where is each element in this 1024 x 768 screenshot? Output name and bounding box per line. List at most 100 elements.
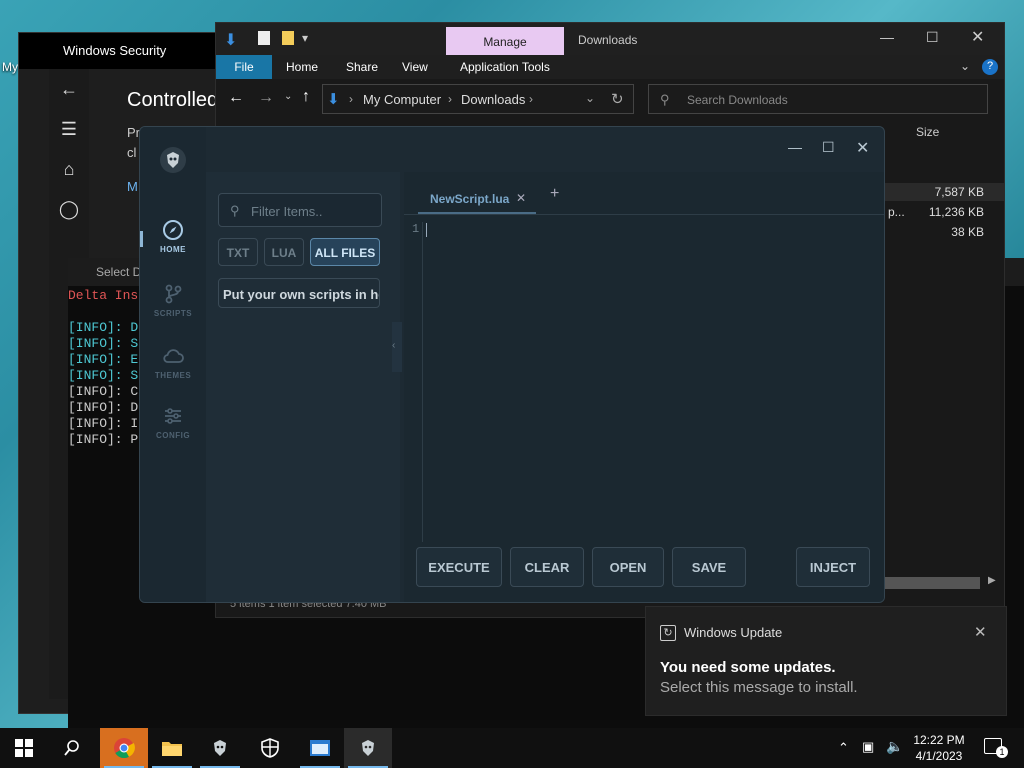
window-app-icon <box>310 740 330 756</box>
hamburger-menu-icon[interactable]: ☰ <box>49 109 89 149</box>
tab-share[interactable]: Share <box>334 55 390 79</box>
notification-body: Select this message to install. <box>660 679 858 696</box>
clock-date: 4/1/2023 <box>915 749 963 763</box>
address-dropdown-icon[interactable]: ⌄ <box>585 91 595 105</box>
tab-application-tools[interactable]: Application Tools <box>448 55 562 79</box>
file-explorer-taskbar-button[interactable] <box>148 728 196 768</box>
executor-logo <box>160 147 186 173</box>
script-list-item[interactable]: Put your own scripts in he <box>218 278 380 308</box>
filter-lua-button[interactable]: LUA <box>264 238 304 266</box>
notification-count-badge: 1 <box>996 746 1008 758</box>
tab-file[interactable]: File <box>216 55 272 79</box>
executor-taskbar-button-active[interactable] <box>344 728 392 768</box>
breadcrumb-my-computer[interactable]: My Computer <box>363 92 441 107</box>
sliders-icon <box>162 405 184 427</box>
executor-nav: HOME SCRIPTS THEMES CONFIG <box>140 127 206 602</box>
breadcrumb-separator-icon: › <box>529 92 533 106</box>
tab-home[interactable]: Home <box>274 55 330 79</box>
breadcrumb-separator-icon: › <box>349 92 353 106</box>
nav-home[interactable]: HOME <box>140 219 206 254</box>
help-icon[interactable]: ? <box>982 59 998 75</box>
folder-icon <box>162 742 182 756</box>
nav-scripts[interactable]: SCRIPTS <box>140 283 206 318</box>
update-icon: ↻ <box>660 625 676 641</box>
nav-themes[interactable]: THEMES <box>140 345 206 380</box>
taskbar: ⌃ ▣ 🔈 12:22 PM 4/1/2023 1 <box>0 728 1024 768</box>
expand-ribbon-icon[interactable]: ⌄ <box>960 59 970 73</box>
windows-update-notification[interactable]: ↻ Windows Update ✕ You need some updates… <box>645 606 1007 716</box>
file-size: 7,587 KB <box>934 185 984 199</box>
minimize-icon[interactable]: — <box>788 139 802 155</box>
windows-logo-icon <box>15 739 33 757</box>
back-icon[interactable]: ← <box>228 89 244 107</box>
shield-icon[interactable]: ◯ <box>49 189 89 229</box>
search-icon <box>64 740 79 756</box>
quick-access-dropdown-icon[interactable]: ▾ <box>302 31 308 45</box>
add-tab-icon[interactable]: + <box>550 185 559 203</box>
executor-logo-icon <box>214 740 226 756</box>
home-icon[interactable]: ⌂ <box>49 149 89 189</box>
collapse-sidebar-handle[interactable]: ‹ <box>392 322 402 372</box>
console-taskbar-button[interactable] <box>296 728 344 768</box>
maximize-icon[interactable]: ☐ <box>926 29 939 46</box>
compass-icon <box>162 219 184 241</box>
filter-input[interactable]: Filter Items.. <box>218 193 382 227</box>
close-icon[interactable]: ✕ <box>974 623 987 641</box>
tab-view[interactable]: View <box>390 55 440 79</box>
git-branch-icon <box>162 283 184 305</box>
manage-context-tab[interactable]: Manage <box>446 27 564 55</box>
file-name-partial: p... <box>888 205 905 219</box>
forward-icon[interactable]: → <box>258 89 274 107</box>
breadcrumb-downloads[interactable]: Downloads <box>461 92 525 107</box>
file-size: 38 KB <box>951 225 984 239</box>
text-caret <box>426 223 427 237</box>
show-hidden-icons-icon[interactable]: ⌃ <box>838 740 849 756</box>
tab-divider <box>404 214 884 215</box>
open-button[interactable]: OPEN <box>592 547 664 587</box>
back-arrow-icon[interactable]: ← <box>49 69 89 109</box>
code-textarea[interactable] <box>428 220 884 540</box>
breadcrumb-separator-icon: › <box>448 92 452 106</box>
minimize-icon[interactable]: — <box>880 29 894 45</box>
save-button[interactable]: SAVE <box>672 547 746 587</box>
script-executor-window: HOME SCRIPTS THEMES CONFIG — ☐ ✕ Filter … <box>139 126 885 603</box>
close-icon[interactable]: ✕ <box>971 27 984 47</box>
search-input[interactable]: Search Downloads <box>648 84 988 114</box>
windows-security-taskbar-button[interactable] <box>246 728 294 768</box>
execute-button[interactable]: EXECUTE <box>416 547 502 587</box>
filter-all-files-button[interactable]: ALL FILES <box>310 238 380 266</box>
close-icon[interactable]: ✕ <box>856 138 869 158</box>
chrome-taskbar-button[interactable] <box>100 728 148 768</box>
explorer-title: Downloads <box>578 33 638 47</box>
clock[interactable]: 12:22 PM 4/1/2023 <box>908 732 970 764</box>
code-editor: NewScript.lua ✕ + 1 EXECUTE CLEAR OPEN S… <box>404 172 884 602</box>
script-sidebar: Filter Items.. ⚲ TXT LUA ALL FILES Put y… <box>206 172 402 602</box>
maximize-icon[interactable]: ☐ <box>822 139 835 156</box>
refresh-icon[interactable]: ↻ <box>611 90 624 108</box>
desktop-icon-label[interactable]: My <box>2 60 18 74</box>
new-folder-icon[interactable] <box>282 31 294 45</box>
search-button[interactable] <box>48 728 96 768</box>
start-button[interactable] <box>0 728 48 768</box>
up-arrow-icon[interactable]: ↑ <box>302 88 310 106</box>
scroll-right-icon[interactable]: ▶ <box>988 575 996 586</box>
address-bar[interactable]: ⬇ › My Computer › Downloads › ⌄ ↻ <box>322 84 634 114</box>
properties-icon[interactable] <box>258 31 270 45</box>
size-column-header[interactable]: Size <box>916 125 939 139</box>
nav-config[interactable]: CONFIG <box>140 405 206 440</box>
search-icon: ⚲ <box>230 203 240 218</box>
page-title: Controlled <box>127 89 219 111</box>
clear-button[interactable]: CLEAR <box>510 547 584 587</box>
network-icon[interactable]: ▣ <box>862 739 874 755</box>
executor-logo-icon <box>362 740 374 756</box>
close-tab-icon[interactable]: ✕ <box>516 191 526 205</box>
file-size: 11,236 KB <box>928 205 984 219</box>
filter-txt-button[interactable]: TXT <box>218 238 258 266</box>
executor-taskbar-button[interactable] <box>196 728 244 768</box>
explorer-titlebar: ⬇ ▾ Manage Downloads — ☐ ✕ <box>216 23 1004 55</box>
volume-icon[interactable]: 🔈 <box>886 738 903 755</box>
search-icon: ⚲ <box>660 92 670 107</box>
inject-button[interactable]: INJECT <box>796 547 870 587</box>
recent-locations-icon[interactable]: ⌄ <box>284 91 292 102</box>
horizontal-scrollbar[interactable] <box>884 577 980 589</box>
